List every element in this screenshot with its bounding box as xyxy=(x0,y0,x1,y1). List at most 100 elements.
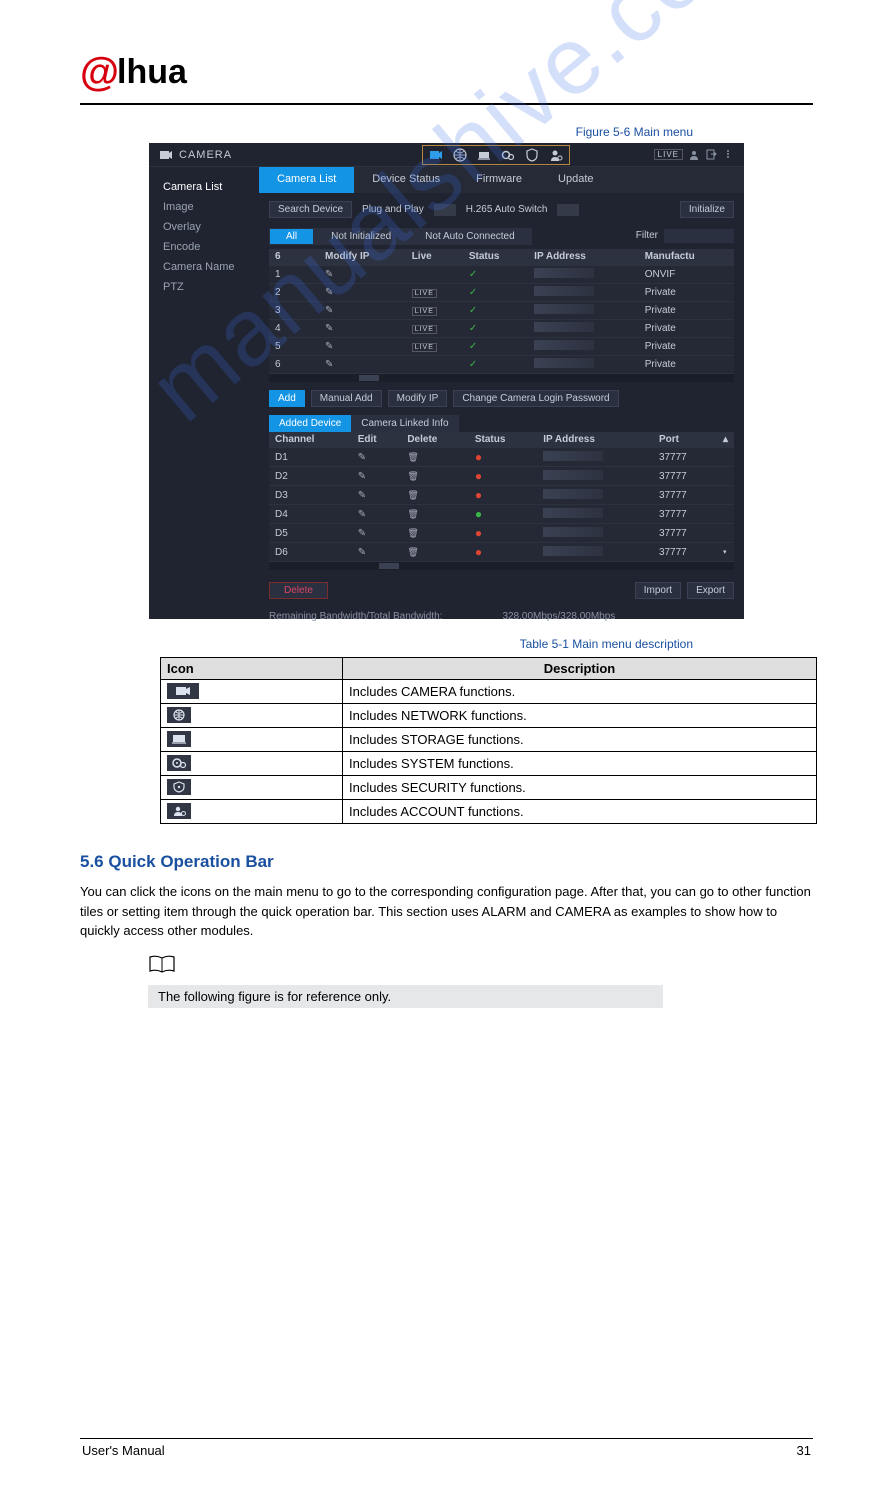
tab-update[interactable]: Update xyxy=(540,167,611,193)
trash-icon[interactable] xyxy=(407,490,418,501)
trash-icon[interactable] xyxy=(407,547,418,558)
description-table: Icon Description Includes CAMERA functio… xyxy=(160,657,817,824)
export-button[interactable]: Export xyxy=(687,582,734,599)
table-row: Includes STORAGE functions. xyxy=(161,728,817,752)
footer-right: 31 xyxy=(797,1443,811,1458)
table-row[interactable]: D2●37777 xyxy=(269,467,734,486)
trash-icon[interactable] xyxy=(407,471,418,482)
desc-cell: Includes CAMERA functions. xyxy=(343,680,817,704)
pencil-icon[interactable] xyxy=(358,528,366,539)
sidebar-item-camera-list[interactable]: Camera List xyxy=(163,177,259,197)
storage-icon[interactable] xyxy=(477,148,491,162)
book-icon xyxy=(148,955,176,975)
trash-icon[interactable] xyxy=(407,528,418,539)
ip-blurred xyxy=(534,268,594,278)
page-footer: User's Manual 31 xyxy=(80,1439,813,1458)
settings-dots-icon[interactable] xyxy=(723,149,734,160)
bottom-buttons: Delete Import Export xyxy=(259,574,744,607)
tab-added-device[interactable]: Added Device xyxy=(269,415,351,432)
table-row[interactable]: 2LIVE✓Private xyxy=(269,283,734,301)
network-icon[interactable] xyxy=(453,148,467,162)
table-row: Includes SYSTEM functions. xyxy=(161,752,817,776)
modify-ip-button[interactable]: Modify IP xyxy=(388,390,448,407)
tab-firmware[interactable]: Firmware xyxy=(458,167,540,193)
sidebar-item-ptz[interactable]: PTZ xyxy=(163,277,259,297)
change-password-button[interactable]: Change Camera Login Password xyxy=(453,390,618,407)
sidebar-item-image[interactable]: Image xyxy=(163,197,259,217)
desc-cell: Includes ACCOUNT functions. xyxy=(343,800,817,824)
filter-not-init[interactable]: Not Initialized xyxy=(314,228,408,245)
exit-icon[interactable] xyxy=(706,149,717,160)
section-heading: 5.6 Quick Operation Bar xyxy=(80,852,813,872)
header-right: LIVE xyxy=(654,149,734,160)
col-channel: Channel xyxy=(269,432,352,448)
scrollbar-horizontal[interactable] xyxy=(269,562,734,570)
sidebar-item-encode[interactable]: Encode xyxy=(163,237,259,257)
security-icon xyxy=(167,779,191,795)
pencil-icon[interactable] xyxy=(325,359,333,370)
tab-device-status[interactable]: Device Status xyxy=(354,167,458,193)
status-dot-red: ● xyxy=(475,545,482,559)
check-icon: ✓ xyxy=(469,287,477,298)
initialize-button[interactable]: Initialize xyxy=(680,201,734,218)
pencil-icon[interactable] xyxy=(358,452,366,463)
ip-blurred xyxy=(543,546,603,556)
col-scroll: ▴ xyxy=(717,432,734,448)
sidebar-item-camera-name[interactable]: Camera Name xyxy=(163,257,259,277)
search-device-button[interactable]: Search Device xyxy=(269,201,352,218)
status-dot-green: ● xyxy=(475,507,482,521)
pencil-icon[interactable] xyxy=(325,305,333,316)
table-row[interactable]: 3LIVE✓Private xyxy=(269,301,734,319)
camera-icon xyxy=(167,683,199,699)
pencil-icon[interactable] xyxy=(358,509,366,520)
trash-icon[interactable] xyxy=(407,452,418,463)
col-ip2: IP Address xyxy=(537,432,653,448)
top-toolbar xyxy=(422,145,570,165)
filter-input[interactable] xyxy=(664,229,734,243)
col-live: Live xyxy=(406,249,463,265)
table-row[interactable]: D6●37777▾ xyxy=(269,543,734,562)
table-row[interactable]: 1✓ONVIF xyxy=(269,265,734,283)
manual-add-button[interactable]: Manual Add xyxy=(311,390,382,407)
table-row[interactable]: 4LIVE✓Private xyxy=(269,319,734,337)
add-button[interactable]: Add xyxy=(269,390,305,407)
ip-blurred xyxy=(534,304,594,314)
scrollbar-horizontal[interactable] xyxy=(269,374,734,382)
pencil-icon[interactable] xyxy=(325,269,333,280)
table-row[interactable]: D1●37777 xyxy=(269,448,734,467)
security-icon[interactable] xyxy=(525,148,539,162)
search-results-table: 6 Modify IP Live Status IP Address Manuf… xyxy=(269,249,734,382)
col-modify-ip: Modify IP xyxy=(319,249,406,265)
system-icon[interactable] xyxy=(501,148,515,162)
table-row: Includes SECURITY functions. xyxy=(161,776,817,800)
user-icon[interactable] xyxy=(689,149,700,160)
tab-camera-list[interactable]: Camera List xyxy=(259,167,354,193)
camera-icon[interactable] xyxy=(429,148,443,162)
filter-not-auto[interactable]: Not Auto Connected xyxy=(408,228,532,245)
auto-switch-toggle[interactable] xyxy=(557,204,579,216)
pencil-icon[interactable] xyxy=(325,287,333,298)
filter-label: Filter xyxy=(636,230,658,241)
pencil-icon[interactable] xyxy=(325,323,333,334)
pencil-icon[interactable] xyxy=(358,547,366,558)
pencil-icon[interactable] xyxy=(325,341,333,352)
tab-linked-info[interactable]: Camera Linked Info xyxy=(351,415,458,432)
table-row[interactable]: 6✓Private xyxy=(269,355,734,373)
status-dot-red: ● xyxy=(475,488,482,502)
import-button[interactable]: Import xyxy=(635,582,681,599)
filter-all[interactable]: All xyxy=(269,228,314,245)
plug-play-label: Plug and Play xyxy=(362,204,424,215)
col-edit: Edit xyxy=(352,432,402,448)
table-row[interactable]: D3●37777 xyxy=(269,486,734,505)
account-icon[interactable] xyxy=(549,148,563,162)
pencil-icon[interactable] xyxy=(358,490,366,501)
sidebar-item-overlay[interactable]: Overlay xyxy=(163,217,259,237)
plug-play-toggle[interactable] xyxy=(434,204,456,216)
pencil-icon[interactable] xyxy=(358,471,366,482)
table-row[interactable]: D4●37777 xyxy=(269,505,734,524)
section-body: You can click the icons on the main menu… xyxy=(80,882,813,941)
delete-button[interactable]: Delete xyxy=(269,582,328,599)
trash-icon[interactable] xyxy=(407,509,418,520)
table-row[interactable]: 5LIVE✓Private xyxy=(269,337,734,355)
table-row[interactable]: D5●37777 xyxy=(269,524,734,543)
